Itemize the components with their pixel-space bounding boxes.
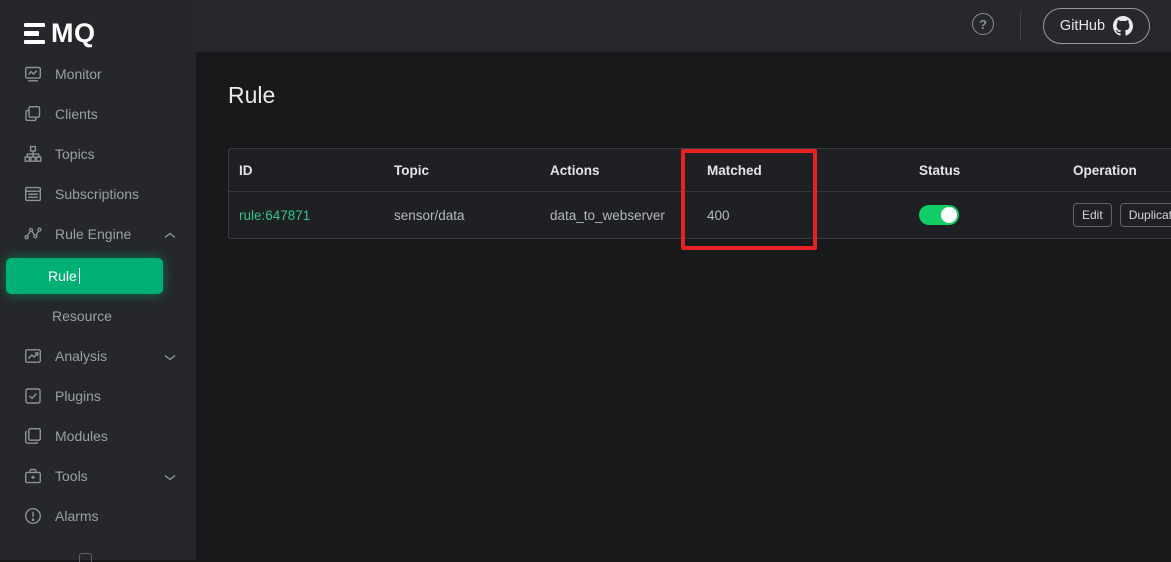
chevron-down-icon bbox=[164, 468, 176, 484]
toggle-knob bbox=[941, 207, 957, 223]
sidebar-item-alarms[interactable]: Alarms bbox=[0, 496, 196, 536]
github-button-label: GitHub bbox=[1060, 18, 1105, 34]
clients-icon bbox=[24, 105, 42, 123]
sidebar-item-tools[interactable]: Tools bbox=[0, 456, 196, 496]
sidebar-item-rule-engine[interactable]: Rule Engine bbox=[0, 214, 196, 254]
sidebar-item-label: Topics bbox=[55, 146, 95, 162]
plugins-icon bbox=[24, 387, 42, 405]
column-header-operation: Operation bbox=[1063, 163, 1171, 178]
sidebar-item-modules[interactable]: Modules bbox=[0, 416, 196, 456]
matched-cell: 400 bbox=[697, 208, 909, 223]
monitor-icon bbox=[24, 65, 42, 83]
modules-icon bbox=[24, 427, 42, 445]
table-header-row: ID Topic Actions Matched Status Operatio… bbox=[229, 149, 1171, 192]
sidebar-item-resource[interactable]: Resource bbox=[0, 296, 196, 336]
alarms-icon bbox=[24, 507, 42, 525]
sidebar-item-subscriptions[interactable]: Subscriptions bbox=[0, 174, 196, 214]
github-icon bbox=[1113, 16, 1133, 36]
text-cursor bbox=[79, 268, 81, 284]
github-button[interactable]: GitHub bbox=[1043, 8, 1150, 44]
column-header-matched: Matched bbox=[697, 163, 909, 178]
sidebar-item-label: Monitor bbox=[55, 66, 102, 82]
sidebar: MQ Monitor Clients bbox=[0, 0, 196, 560]
topbar-divider bbox=[1020, 12, 1021, 40]
sidebar-item-label: Analysis bbox=[55, 348, 107, 364]
analysis-icon bbox=[24, 347, 42, 365]
rule-engine-icon bbox=[24, 225, 42, 243]
sidebar-item-label: Plugins bbox=[55, 388, 101, 404]
partial-next-item-icon bbox=[79, 553, 92, 562]
emq-bars-icon bbox=[24, 23, 45, 45]
sidebar-item-analysis[interactable]: Analysis bbox=[0, 336, 196, 376]
chevron-down-icon bbox=[164, 348, 176, 364]
table-row: rule:647871 sensor/data data_to_webserve… bbox=[229, 192, 1171, 238]
column-header-actions: Actions bbox=[540, 163, 697, 178]
sidebar-item-label: Resource bbox=[52, 308, 112, 324]
tools-icon bbox=[24, 467, 42, 485]
sidebar-item-plugins[interactable]: Plugins bbox=[0, 376, 196, 416]
sidebar-item-monitor[interactable]: Monitor bbox=[0, 54, 196, 94]
logo-text: MQ bbox=[51, 20, 96, 47]
main-content: Rule ID Topic Actions Matched Status Ope… bbox=[196, 52, 1171, 560]
sidebar-nav: Monitor Clients Topics bbox=[0, 54, 196, 536]
topics-icon bbox=[24, 145, 42, 163]
sidebar-item-clients[interactable]: Clients bbox=[0, 94, 196, 134]
actions-cell: data_to_webserver bbox=[540, 208, 697, 223]
sidebar-item-label: Tools bbox=[55, 468, 88, 484]
rule-table: ID Topic Actions Matched Status Operatio… bbox=[228, 148, 1171, 239]
topbar: ? GitHub bbox=[196, 0, 1171, 52]
sidebar-item-label: Clients bbox=[55, 106, 98, 122]
column-header-id: ID bbox=[229, 163, 384, 178]
sidebar-item-label: Subscriptions bbox=[55, 186, 139, 202]
help-icon[interactable]: ? bbox=[972, 13, 994, 35]
edit-button[interactable]: Edit bbox=[1073, 203, 1112, 227]
chevron-up-icon bbox=[164, 226, 176, 242]
topic-cell: sensor/data bbox=[384, 208, 540, 223]
sidebar-item-label: Rule Engine bbox=[55, 226, 131, 242]
sidebar-item-rule[interactable]: Rule bbox=[6, 258, 163, 294]
status-toggle[interactable] bbox=[919, 205, 959, 225]
column-header-status: Status bbox=[909, 163, 1063, 178]
subscriptions-icon bbox=[24, 185, 42, 203]
sidebar-item-label: Alarms bbox=[55, 508, 99, 524]
sidebar-item-label: Rule bbox=[48, 268, 77, 284]
column-header-topic: Topic bbox=[384, 163, 540, 178]
emq-logo: MQ bbox=[0, 0, 196, 52]
duplicate-button[interactable]: Duplicate bbox=[1120, 203, 1171, 227]
page-title: Rule bbox=[228, 82, 275, 109]
help-glyph: ? bbox=[979, 17, 987, 32]
rule-id-link[interactable]: rule:647871 bbox=[239, 208, 310, 223]
sidebar-item-topics[interactable]: Topics bbox=[0, 134, 196, 174]
sidebar-item-label: Modules bbox=[55, 428, 108, 444]
